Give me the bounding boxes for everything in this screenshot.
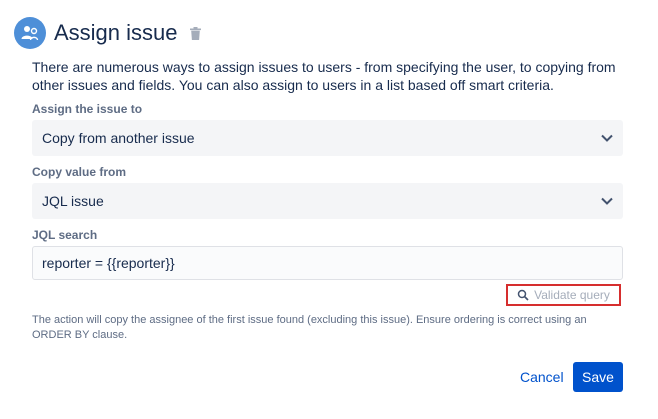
trash-icon[interactable] bbox=[189, 26, 202, 40]
cancel-label: Cancel bbox=[520, 369, 564, 385]
save-button[interactable]: Save bbox=[573, 362, 623, 392]
assign-user-icon bbox=[14, 17, 46, 49]
cancel-button[interactable]: Cancel bbox=[512, 362, 572, 392]
page-title: Assign issue bbox=[54, 20, 178, 45]
help-text: The action will copy the assignee of the… bbox=[32, 314, 587, 341]
validate-query-button[interactable]: Validate query bbox=[506, 284, 621, 306]
jql-search-value: reporter = {{reporter}} bbox=[42, 255, 175, 271]
copy-from-label: Copy value from bbox=[32, 165, 127, 179]
search-icon bbox=[517, 289, 529, 301]
assign-to-select[interactable]: Copy from another issue bbox=[32, 120, 623, 156]
copy-from-select[interactable]: JQL issue bbox=[32, 183, 623, 219]
chevron-down-icon bbox=[601, 134, 613, 142]
description-text: There are numerous ways to assign issues… bbox=[32, 59, 616, 93]
assign-to-value: Copy from another issue bbox=[42, 130, 195, 146]
jql-search-label: JQL search bbox=[32, 228, 98, 242]
save-label: Save bbox=[582, 369, 614, 385]
assign-to-label: Assign the issue to bbox=[32, 102, 143, 116]
jql-search-input[interactable]: reporter = {{reporter}} bbox=[32, 246, 623, 280]
chevron-down-icon bbox=[601, 197, 613, 205]
copy-from-value: JQL issue bbox=[42, 193, 104, 209]
validate-query-label: Validate query bbox=[534, 288, 610, 302]
dialog-header: Assign issue bbox=[14, 16, 202, 50]
